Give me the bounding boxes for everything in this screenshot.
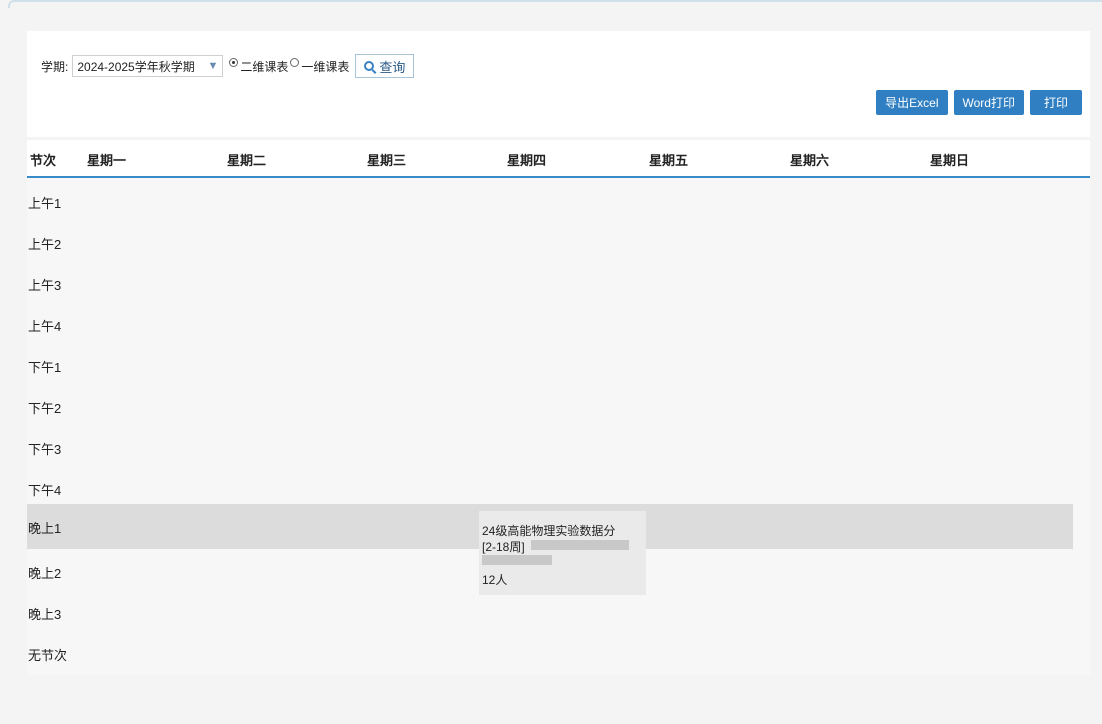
header-period: 节次 (30, 153, 57, 168)
period-label: 下午2 (28, 401, 62, 416)
header-tuesday: 星期二 (227, 153, 267, 168)
period-label: 晚上3 (28, 607, 62, 622)
period-label: 下午4 (28, 483, 62, 498)
term-select[interactable]: 2024-2025学年秋学期 ▼ (72, 55, 224, 77)
header-wednesday: 星期三 (367, 153, 407, 168)
period-label: 下午1 (28, 360, 62, 375)
table-row: 下午1 (27, 344, 1073, 385)
redacted-block (482, 555, 552, 565)
course-weeks: [2-18周] (482, 540, 525, 554)
table-row: 上午2 (27, 221, 1073, 262)
radio-1d-timetable[interactable]: 一维课表 (290, 57, 350, 75)
header-friday: 星期五 (649, 153, 689, 168)
chevron-down-icon: ▼ (207, 60, 219, 72)
radio-2d-timetable[interactable]: 二维课表 (229, 57, 289, 75)
query-button-label: 查询 (379, 59, 406, 75)
redacted-block (531, 540, 629, 550)
period-label: 上午2 (28, 237, 62, 252)
period-label: 晚上1 (28, 521, 62, 536)
search-icon (364, 61, 375, 71)
period-label: 晚上2 (28, 566, 62, 581)
table-row: 上午1 (27, 180, 1073, 221)
word-print-button[interactable]: Word打印 (953, 90, 1024, 115)
header-sunday: 星期日 (930, 153, 970, 168)
table-row: 下午2 (27, 385, 1073, 426)
table-row: 无节次 (27, 632, 1073, 673)
header-saturday: 星期六 (790, 153, 830, 168)
radio-2d-label: 二维课表 (240, 59, 289, 74)
table-row: 上午4 (27, 303, 1073, 344)
period-label: 下午3 (28, 442, 62, 457)
table-row: 下午3 (27, 426, 1073, 467)
header-thursday: 星期四 (507, 153, 547, 168)
period-label: 上午1 (28, 196, 62, 211)
header-monday: 星期一 (87, 153, 127, 168)
course-count: 12人 (482, 573, 508, 587)
timetable-header: 节次 星期一 星期二 星期三 星期四 星期五 星期六 星期日 (27, 140, 1090, 178)
period-label: 上午4 (28, 319, 62, 334)
table-row: 上午3 (27, 262, 1073, 303)
window-border (8, 0, 1102, 8)
course-card[interactable]: 24级高能物理实验数据分 [2-18周] 12人 (479, 511, 646, 595)
filter-row: 学期: 2024-2025学年秋学期 ▼ 二维课表 一维课表 查询 (41, 53, 415, 79)
period-label: 上午3 (28, 278, 62, 293)
export-excel-button[interactable]: 导出Excel (876, 90, 948, 115)
action-buttons: 导出Excel Word打印 打印 (876, 90, 1082, 115)
term-select-value: 2024-2025学年秋学期 (77, 59, 195, 74)
radio-checked-icon (229, 57, 239, 67)
query-button[interactable]: 查询 (355, 54, 415, 78)
table-row: 下午4 (27, 467, 1073, 508)
radio-1d-label: 一维课表 (301, 59, 350, 74)
radio-unchecked-icon (290, 57, 300, 67)
toolbar-panel: 学期: 2024-2025学年秋学期 ▼ 二维课表 一维课表 查询 导出Exce… (27, 31, 1090, 137)
term-label: 学期: (41, 59, 69, 74)
period-label: 无节次 (28, 648, 68, 663)
course-name: 24级高能物理实验数据分 (482, 524, 616, 538)
table-row: 晚上3 (27, 591, 1073, 632)
print-button[interactable]: 打印 (1029, 90, 1082, 115)
